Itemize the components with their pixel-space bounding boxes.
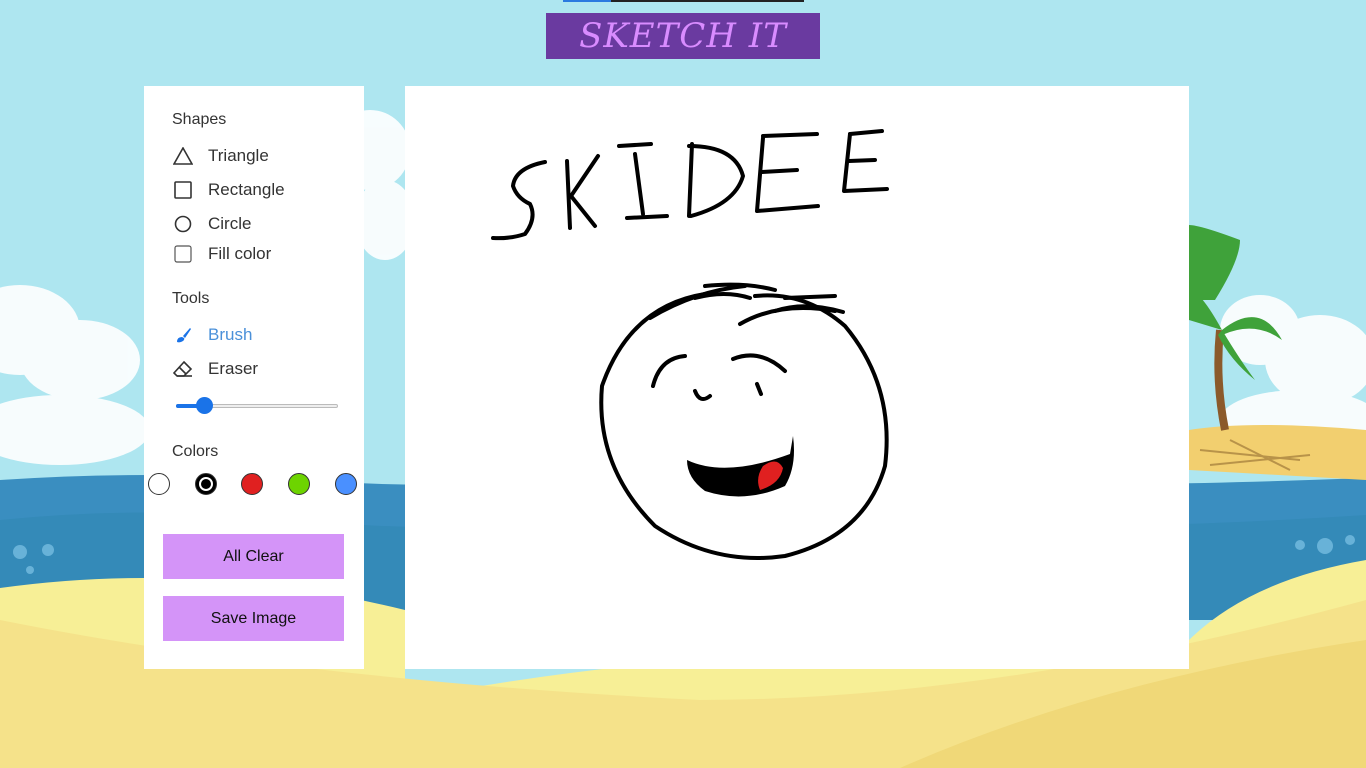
clear-canvas-button[interactable]: All Clear [163,534,344,579]
tool-option-eraser[interactable]: Eraser [172,358,258,380]
triangle-icon [172,145,194,167]
brush-size-slider[interactable] [176,397,338,414]
tool-option-label: Eraser [208,359,259,378]
color-palette [144,473,364,499]
slider-thumb[interactable] [196,397,213,414]
shape-option-label: Triangle [208,146,269,165]
checkbox-icon[interactable] [172,243,194,265]
tool-panel: Shapes Triangle Rectangle Circle Fill co… [144,86,364,669]
canvas-drawing [491,129,889,560]
app-title-banner: SKETCH IT [546,13,820,59]
app-title: SKETCH IT [579,16,787,56]
shapes-heading: Shapes [172,111,227,128]
color-swatch-green[interactable] [288,473,310,495]
color-swatch-white[interactable] [148,473,170,495]
save-image-button[interactable]: Save Image [163,596,344,641]
tools-heading: Tools [172,290,210,307]
color-swatch-blue[interactable] [335,473,357,495]
handwritten-text [491,129,889,241]
circle-icon [172,213,194,235]
shape-option-rectangle[interactable]: Rectangle [172,179,285,201]
tool-option-label: Brush [208,325,253,344]
fill-color-checkbox[interactable]: Fill color [172,243,271,265]
color-swatch-red[interactable] [241,473,263,495]
tool-option-brush[interactable]: Brush [172,324,252,346]
drawing-canvas[interactable] [405,86,1189,669]
color-swatch-black[interactable] [195,473,217,495]
shape-option-label: Circle [208,214,252,233]
square-icon [172,179,194,201]
eraser-icon [172,358,194,380]
brush-icon [172,324,194,346]
face-doodle [599,282,889,560]
top-border-accent [563,0,611,2]
colors-heading: Colors [172,443,219,460]
shape-option-label: Rectangle [208,180,285,199]
fill-color-label: Fill color [208,244,272,263]
shape-option-triangle[interactable]: Triangle [172,145,269,167]
shape-option-circle[interactable]: Circle [172,213,251,235]
